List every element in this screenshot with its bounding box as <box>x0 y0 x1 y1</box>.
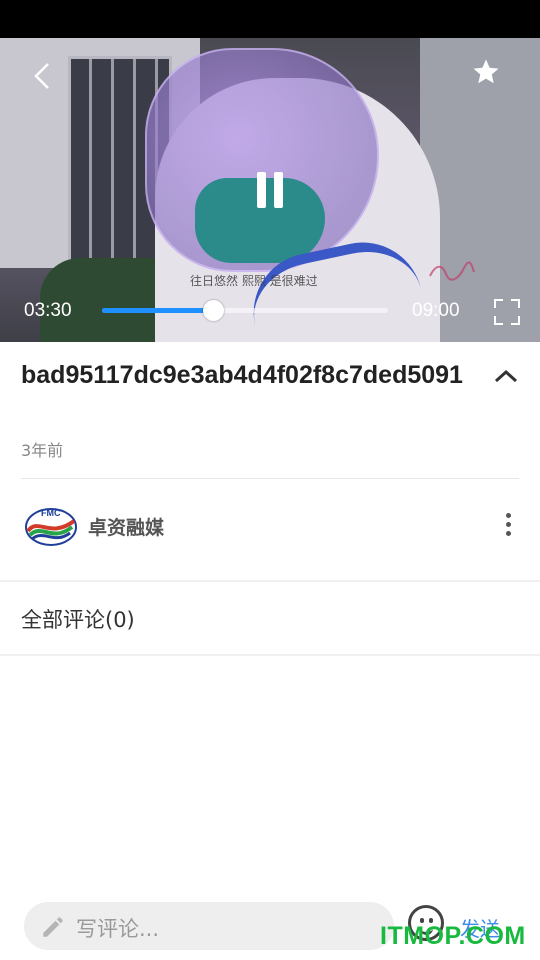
divider <box>0 580 540 582</box>
more-options-icon[interactable] <box>494 506 522 542</box>
star-icon[interactable] <box>466 52 506 92</box>
seek-bar-fill <box>102 308 214 313</box>
divider <box>0 654 540 656</box>
comment-placeholder: 写评论... <box>76 917 160 941</box>
channel-logo-text: FMC <box>41 508 61 518</box>
seek-bar[interactable] <box>102 300 388 321</box>
pencil-icon <box>40 914 66 940</box>
current-time: 03:30 <box>24 300 72 321</box>
video-subtitle: 往日悠然 熙熙 是很难过 <box>190 274 318 288</box>
pause-icon[interactable] <box>250 170 290 210</box>
channel-name[interactable]: 卓资融媒 <box>88 513 164 540</box>
broadcaster-logo <box>428 260 476 282</box>
duration-time: 09:00 <box>412 300 460 321</box>
channel-avatar[interactable]: FMC <box>24 503 78 547</box>
fullscreen-icon[interactable] <box>494 299 520 325</box>
posted-time: 3年前 <box>21 441 64 460</box>
chevron-up-icon[interactable] <box>490 360 522 392</box>
divider <box>21 478 519 479</box>
back-icon[interactable] <box>22 56 62 96</box>
status-bar <box>0 0 540 38</box>
video-title: bad95117dc9e3ab4d4f02f8c7ded5091 <box>21 361 463 389</box>
comments-header: 全部评论(0) <box>21 608 135 632</box>
site-watermark: ITMOP.COM <box>380 922 526 950</box>
